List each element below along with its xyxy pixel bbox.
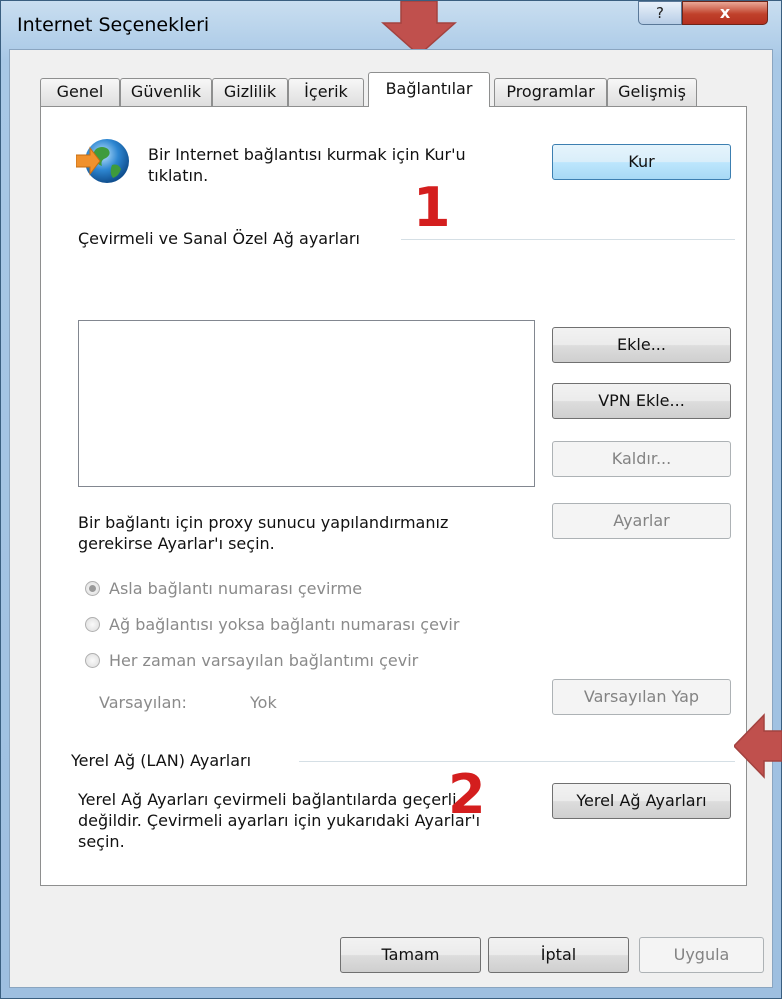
cancel-button[interactable]: İptal (488, 937, 629, 973)
apply-button[interactable]: Uygula (639, 937, 764, 973)
proxy-text-line1: Bir bağlantı için proxy sunucu yapılandı… (78, 513, 449, 532)
remove-button[interactable]: Kaldır... (552, 441, 731, 477)
ok-button[interactable]: Tamam (340, 937, 481, 973)
kur-button[interactable]: Kur (552, 144, 731, 180)
dialog-client-area: Genel Güvenlik Gizlilik İçerik Bağlantıl… (9, 49, 773, 988)
lan-text-line3: seçin. (78, 832, 125, 851)
lan-section-divider (299, 761, 735, 762)
dialup-section-divider (401, 239, 735, 240)
settings-button[interactable]: Ayarlar (552, 503, 731, 539)
radio-always-dial-control[interactable] (85, 653, 100, 668)
tab-baglantilar[interactable]: Bağlantılar (368, 72, 490, 107)
internet-globe-icon (76, 139, 129, 183)
annotation-step-2: 2 (448, 763, 486, 826)
lan-text-line2: değildir. Çevirmeli ayarları için yukarı… (78, 811, 481, 830)
setup-description-line2: tıklatın. (148, 166, 209, 185)
add-vpn-button[interactable]: VPN Ekle... (552, 383, 731, 419)
default-connection-value: Yok (250, 693, 277, 712)
set-default-button[interactable]: Varsayılan Yap (552, 679, 731, 715)
default-connection-label: Varsayılan: (99, 693, 187, 712)
window-title: Internet Seçenekleri (17, 14, 210, 36)
tab-gizlilik[interactable]: Gizlilik (212, 78, 288, 106)
tab-gelismis[interactable]: Gelişmiş (607, 78, 697, 106)
proxy-text-line2: gerekirse Ayarlar'ı seçin. (78, 534, 275, 553)
connections-tab-panel: Bir Internet bağlantısı kurmak için Kur'… (40, 106, 747, 886)
radio-dial-if-no-network-label: Ağ bağlantısı yoksa bağlantı numarası çe… (109, 615, 460, 634)
tab-guvenlik[interactable]: Güvenlik (120, 78, 212, 106)
radio-always-dial-label: Her zaman varsayılan bağlantımı çevir (109, 651, 419, 670)
annotation-arrow-left-icon (734, 713, 782, 779)
lan-settings-button[interactable]: Yerel Ağ Ayarları (552, 783, 731, 819)
lan-text-line1: Yerel Ağ Ayarları çevirmeli bağlantılard… (78, 790, 457, 809)
internet-options-window: Internet Seçenekleri ? x Genel Güvenlik … (0, 0, 782, 999)
connections-listbox[interactable] (78, 320, 535, 487)
radio-dial-if-no-network-control[interactable] (85, 617, 100, 632)
radio-never-dial-control[interactable] (85, 581, 100, 596)
tab-icerik[interactable]: İçerik (288, 78, 364, 106)
tab-programlar[interactable]: Programlar (494, 78, 607, 106)
dialup-section-heading: Çevirmeli ve Sanal Özel Ağ ayarları (78, 229, 360, 248)
radio-never-dial-label: Asla bağlantı numarası çevirme (109, 579, 363, 598)
tab-genel[interactable]: Genel (40, 78, 120, 106)
help-button[interactable]: ? (638, 1, 682, 25)
lan-section-heading: Yerel Ağ (LAN) Ayarları (71, 751, 252, 770)
add-button[interactable]: Ekle... (552, 327, 731, 363)
setup-description-line1: Bir Internet bağlantısı kurmak için Kur'… (148, 145, 466, 164)
close-button[interactable]: x (682, 1, 768, 25)
annotation-step-1: 1 (413, 176, 451, 239)
